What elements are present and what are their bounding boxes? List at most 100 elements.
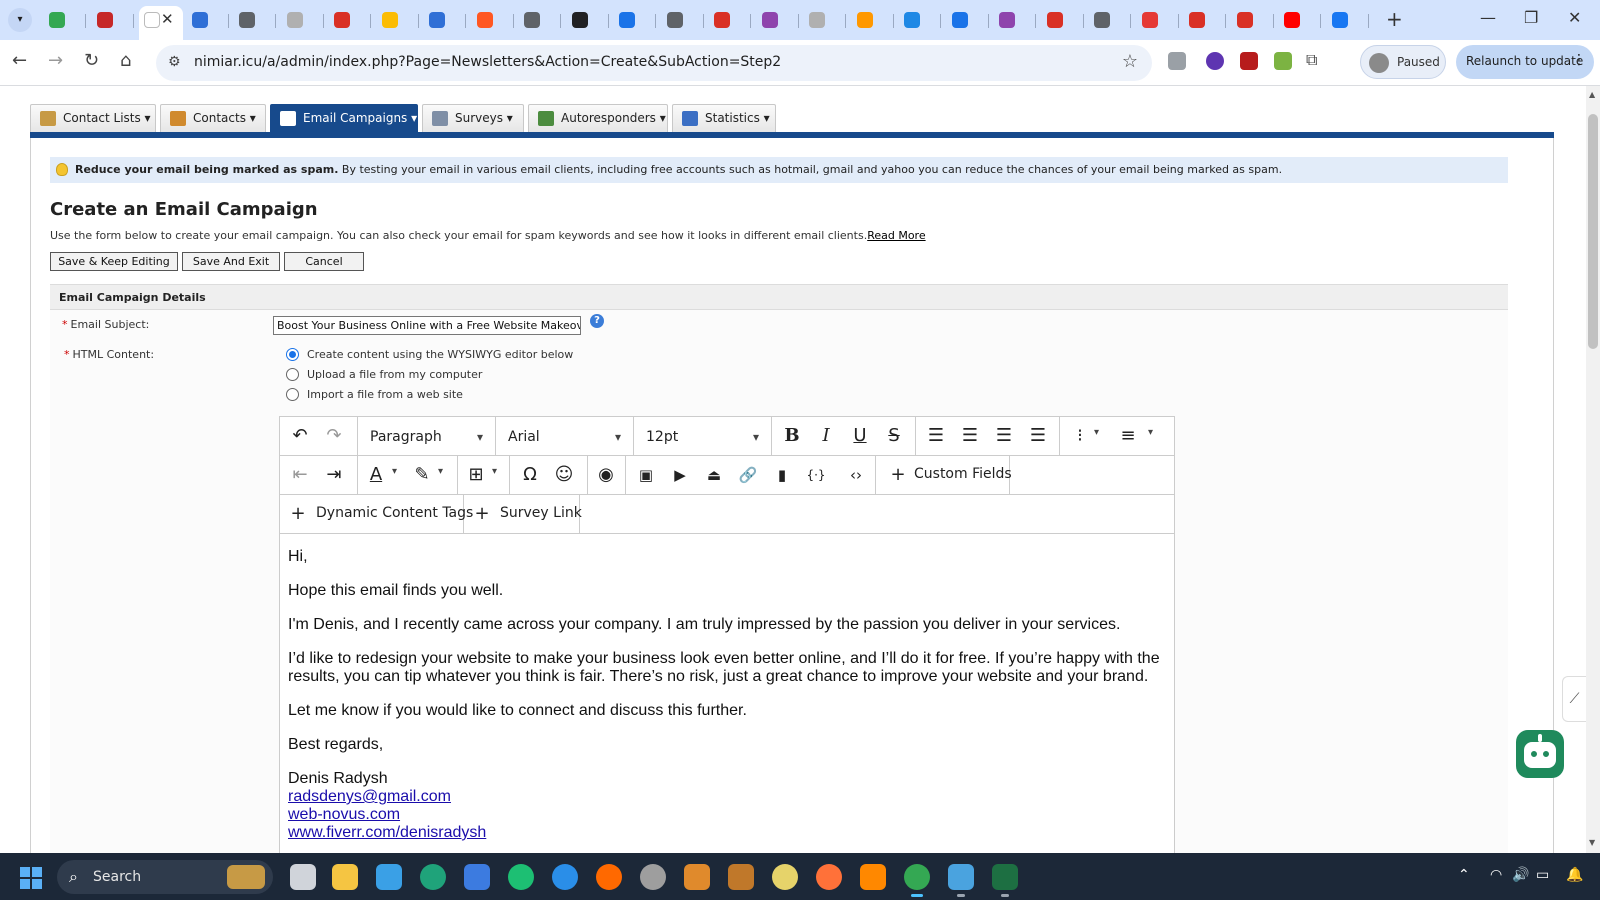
menu-dots-icon[interactable]: ⋮ xyxy=(1572,52,1586,68)
strikethrough-icon[interactable]: S xyxy=(882,425,906,447)
dynamic-content-tags-button[interactable]: + Dynamic Content Tags xyxy=(280,495,473,533)
custom-fields-button[interactable]: + Custom Fields xyxy=(876,456,1012,494)
survey-link-button[interactable]: + Survey Link xyxy=(464,495,582,533)
vlc-icon[interactable] xyxy=(860,864,886,890)
extension-green-icon[interactable] xyxy=(1274,52,1292,70)
relaunch-button[interactable]: Relaunch to update ⋮ xyxy=(1456,45,1594,79)
scroll-thumb[interactable] xyxy=(1588,114,1598,349)
minimize-icon[interactable]: — xyxy=(1480,8,1496,27)
chevron-down-icon[interactable]: ▾ xyxy=(1094,427,1099,438)
home-icon[interactable]: ⌂ xyxy=(120,50,131,71)
edge-icon[interactable] xyxy=(420,864,446,890)
browser-tab[interactable] xyxy=(709,6,751,34)
radio-button[interactable] xyxy=(286,348,299,361)
bookmark-star-icon[interactable]: ☆ xyxy=(1122,51,1138,72)
file-explorer-icon[interactable] xyxy=(332,864,358,890)
fiverr-app-icon[interactable] xyxy=(508,864,534,890)
nav-tab-email-campaigns[interactable]: Email Campaigns ▾ xyxy=(270,104,418,132)
stamp-icon[interactable]: ⏏ xyxy=(702,464,726,486)
scroll-up-icon[interactable]: ▲ xyxy=(1589,90,1595,99)
align-center-icon[interactable]: ☰ xyxy=(958,425,982,447)
template-variable-icon[interactable]: {·} xyxy=(804,464,828,486)
profile-button[interactable]: Paused xyxy=(1360,45,1446,79)
back-icon[interactable]: ← xyxy=(12,50,27,71)
source-code-icon[interactable]: ‹› xyxy=(844,464,868,486)
bullet-list-icon[interactable]: ⁝ xyxy=(1068,425,1092,447)
indent-icon[interactable]: ⇥ xyxy=(322,464,346,486)
browser-tab[interactable] xyxy=(234,6,276,34)
app-icon-orange[interactable] xyxy=(684,864,710,890)
help-icon[interactable]: ? xyxy=(590,314,604,328)
signature-email-link[interactable]: radsdenys@gmail.com xyxy=(288,788,451,805)
video-icon[interactable]: ▶ xyxy=(668,464,692,486)
image-icon[interactable]: ▣ xyxy=(634,464,658,486)
url-text[interactable]: nimiar.icu/a/admin/index.php?Page=Newsle… xyxy=(194,54,781,70)
firefox-icon[interactable] xyxy=(816,864,842,890)
email-subject-input[interactable] xyxy=(273,316,581,335)
telegram-like-icon[interactable] xyxy=(552,864,578,890)
tray-chevron-icon[interactable]: ⌃ xyxy=(1458,867,1470,883)
italic-icon[interactable]: I xyxy=(814,425,838,447)
chrome-icon[interactable] xyxy=(904,864,930,897)
align-right-icon[interactable]: ☰ xyxy=(992,425,1016,447)
cancel-button[interactable]: Cancel xyxy=(284,252,364,271)
outdent-icon[interactable]: ⇤ xyxy=(288,464,312,486)
nav-tab-autoresponders[interactable]: Autoresponders ▾ xyxy=(528,104,668,132)
photo-app-icon[interactable] xyxy=(728,864,754,890)
font-family-select[interactable]: Arial ▾ xyxy=(496,417,634,455)
battery-icon[interactable]: ▭ xyxy=(1536,867,1549,883)
tab-search-dropdown[interactable]: ▾ xyxy=(8,8,32,32)
assistant-bot-icon[interactable] xyxy=(1516,730,1564,778)
browser-tab[interactable] xyxy=(947,6,989,34)
nav-tab-contacts[interactable]: Contacts ▾ xyxy=(160,104,266,132)
align-left-icon[interactable]: ☰ xyxy=(924,425,948,447)
browser-tab[interactable] xyxy=(472,6,514,34)
browser-tab[interactable] xyxy=(567,6,609,34)
browser-tab[interactable] xyxy=(519,6,561,34)
sidebar-collapse-icon[interactable]: ⟋ xyxy=(1562,676,1586,722)
extensions-puzzle-icon[interactable]: ⧉ xyxy=(1306,50,1317,70)
site-info-icon[interactable]: ⚙ xyxy=(168,54,181,70)
browser-tab[interactable] xyxy=(282,6,324,34)
browser-tab[interactable] xyxy=(1279,6,1321,34)
browser-tab-active[interactable]: ✕ xyxy=(139,6,183,40)
chevron-down-icon[interactable]: ▾ xyxy=(1148,427,1153,438)
ublock-icon[interactable] xyxy=(1240,52,1258,70)
browser-tab[interactable] xyxy=(899,6,941,34)
save-keep-editing-button[interactable]: Save & Keep Editing xyxy=(50,252,178,271)
nav-tab-contact-lists[interactable]: Contact Lists ▾ xyxy=(30,104,156,132)
browser-tab[interactable] xyxy=(1327,6,1369,34)
highlight-color-icon[interactable]: ✎ xyxy=(410,464,434,486)
browser-tab[interactable] xyxy=(804,6,846,34)
bold-icon[interactable]: B xyxy=(780,425,804,447)
signature-fiverr-link[interactable]: www.fiverr.com/denisradysh xyxy=(288,824,486,841)
wifi-icon[interactable]: ◠ xyxy=(1490,867,1502,883)
excel-icon[interactable] xyxy=(992,864,1018,897)
new-tab-button[interactable]: + xyxy=(1386,7,1403,31)
nav-tab-statistics[interactable]: Statistics ▾ xyxy=(672,104,776,132)
numbered-list-icon[interactable]: ≡ xyxy=(1116,425,1140,447)
volume-icon[interactable]: 🔊 xyxy=(1512,867,1529,883)
browser-tab[interactable] xyxy=(1232,6,1274,34)
radio-button[interactable] xyxy=(286,388,299,401)
signature-website-link[interactable]: web-novus.com xyxy=(288,806,400,823)
browser-tab[interactable] xyxy=(852,6,894,34)
link-icon[interactable]: 🔗 xyxy=(736,464,760,486)
browser-tab[interactable] xyxy=(1137,6,1179,34)
browser-tab[interactable] xyxy=(92,6,134,34)
read-more-link[interactable]: Read More xyxy=(867,229,925,242)
special-character-icon[interactable]: Ω xyxy=(518,464,542,486)
reload-icon[interactable]: ↻ xyxy=(84,50,99,71)
block-format-select[interactable]: Paragraph ▾ xyxy=(358,417,496,455)
font-size-select[interactable]: 12pt ▾ xyxy=(634,417,772,455)
store-icon[interactable] xyxy=(464,864,490,890)
save-and-exit-button[interactable]: Save And Exit xyxy=(182,252,280,271)
editor-content[interactable]: Hi, Hope this email finds you well. I'm … xyxy=(288,548,1164,842)
browser-tab[interactable] xyxy=(187,6,229,34)
maximize-icon[interactable]: ❐ xyxy=(1524,8,1538,27)
browser-tab[interactable] xyxy=(994,6,1036,34)
browser-tab[interactable] xyxy=(1089,6,1131,34)
nav-tab-surveys[interactable]: Surveys ▾ xyxy=(422,104,524,132)
align-justify-icon[interactable]: ☰ xyxy=(1026,425,1050,447)
task-view-icon[interactable] xyxy=(290,864,316,890)
